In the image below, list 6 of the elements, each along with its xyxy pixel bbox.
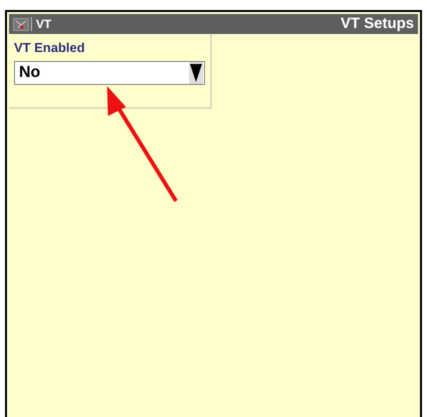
setting-label: VT Enabled [14,40,86,56]
app-label: VT [36,16,52,33]
dropdown[interactable]: No [14,61,205,85]
caret-icon [189,62,203,84]
vt-icon [13,18,29,30]
screen-title: VT Setups [340,14,414,34]
